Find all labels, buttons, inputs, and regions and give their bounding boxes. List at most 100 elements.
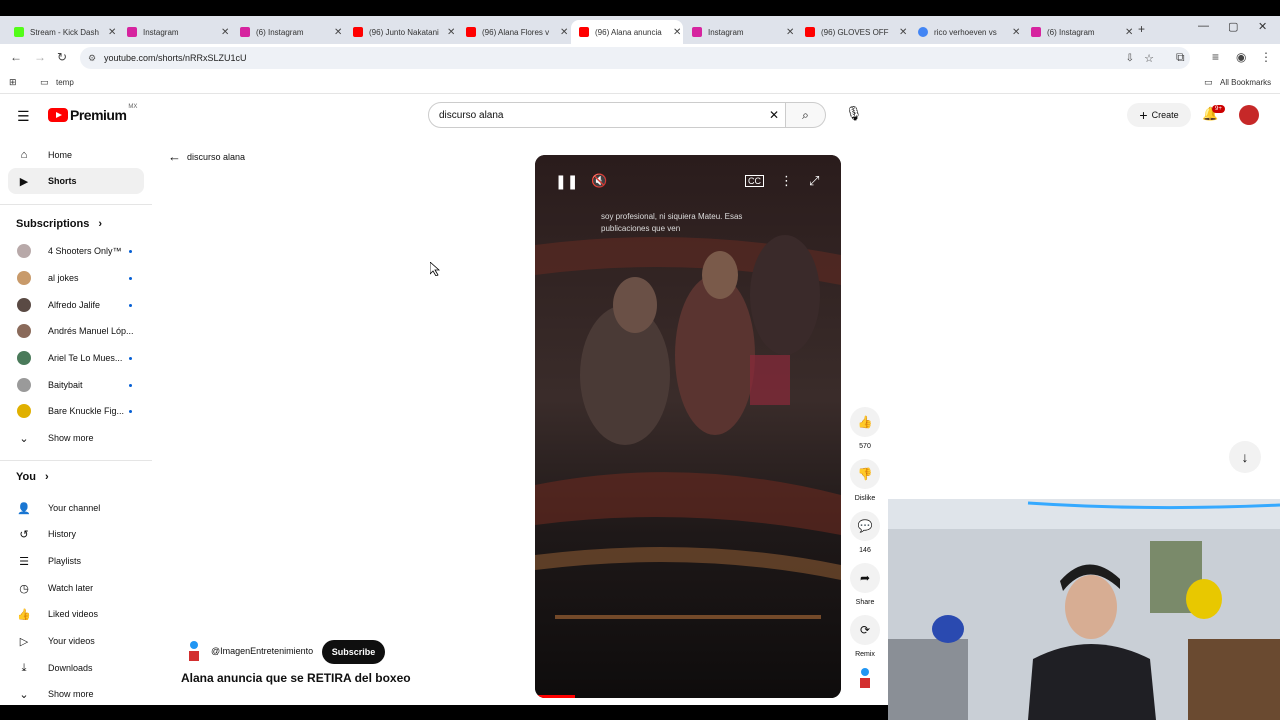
window-close-icon[interactable]: ✕ — [1258, 20, 1267, 33]
thumbs-up-icon[interactable]: 👍 — [850, 407, 880, 437]
remix-icon[interactable]: ⟳ — [850, 615, 880, 645]
tab[interactable]: Instagram ✕ — [684, 20, 796, 44]
fullscreen-icon[interactable]: ⤢ — [809, 173, 819, 189]
close-icon[interactable]: ✕ — [1012, 27, 1020, 38]
captions-icon[interactable]: CC — [745, 175, 764, 187]
channel-name: Ariel Te Lo Mues... — [48, 353, 123, 363]
avatar[interactable] — [1239, 105, 1259, 125]
pause-icon[interactable]: ❚❚ — [555, 173, 578, 190]
menu-dots-icon[interactable]: ⋮ — [1260, 50, 1272, 64]
search-button[interactable]: ⌕ — [786, 102, 826, 128]
channel-mini-avatar[interactable] — [858, 668, 872, 690]
instagram-favicon-icon — [127, 27, 137, 37]
sidebar-item-history[interactable]: ↺ History — [8, 521, 144, 547]
sidebar-item-playlists[interactable]: ☰ Playlists — [8, 548, 144, 574]
sidebar-item-your-channel[interactable]: 👤 Your channel — [8, 495, 144, 521]
channel-name[interactable]: @ImagenEntretenimiento — [211, 646, 313, 656]
tab[interactable]: (96) Junto Nakatani ✕ — [345, 20, 457, 44]
tab[interactable]: rico verhoeven vs ✕ — [910, 20, 1022, 44]
subscription-item[interactable]: Bare Knuckle Fig... — [8, 398, 144, 424]
tab[interactable]: Instagram ✕ — [119, 20, 231, 44]
clear-search-icon[interactable]: ✕ — [769, 108, 779, 122]
close-icon[interactable]: ✕ — [447, 27, 455, 38]
close-icon[interactable]: ✕ — [673, 27, 681, 38]
remix-action[interactable]: ⟳ Remix — [846, 615, 884, 658]
short-title[interactable]: Alana anuncia que se RETIRA del boxeo — [181, 671, 411, 685]
youtube-favicon-icon — [805, 27, 815, 37]
comment-icon[interactable]: 💬 — [850, 511, 880, 541]
sidebar-item-your-videos[interactable]: ▷ Your videos — [8, 628, 144, 654]
youtube-logo[interactable]: Premium MX — [48, 104, 137, 123]
sidebar-item-home[interactable]: ⌂ Home — [8, 142, 144, 168]
site-info-icon[interactable]: ⚙ — [88, 53, 96, 64]
microphone-icon[interactable]: 🎙 — [845, 105, 863, 122]
youtube-favicon-icon — [466, 27, 476, 37]
tab[interactable]: Stream - Kick Dash ✕ — [6, 20, 118, 44]
create-button[interactable]: + Create — [1127, 103, 1191, 127]
subscription-item[interactable]: Andrés Manuel Lóp... — [8, 318, 144, 344]
sidebar-item-label: Shorts — [48, 176, 77, 186]
reload-icon[interactable]: ↻ — [57, 50, 67, 64]
thumbs-down-icon[interactable]: 👎 — [850, 459, 880, 489]
close-icon[interactable]: ✕ — [560, 27, 568, 38]
like-action[interactable]: 👍 570 — [846, 407, 884, 450]
kick-favicon-icon — [14, 27, 24, 37]
close-icon[interactable]: ✕ — [1125, 27, 1133, 38]
new-tab-icon[interactable]: + — [1138, 22, 1145, 36]
all-bookmarks[interactable]: All Bookmarks — [1220, 78, 1271, 87]
tab[interactable]: (96) Alana Flores v ✕ — [458, 20, 570, 44]
sidebar-item-label: Watch later — [48, 583, 94, 593]
google-favicon-icon — [918, 27, 928, 37]
extensions-icon[interactable]: ⧉ — [1176, 50, 1185, 65]
mute-icon[interactable]: 🔇 — [591, 173, 607, 189]
you-heading[interactable]: You › — [16, 471, 49, 483]
sidebar-item-watch-later[interactable]: ◷ Watch later — [8, 575, 144, 601]
subscription-item[interactable]: Alfredo Jalife — [8, 292, 144, 318]
back-icon[interactable]: ← — [10, 50, 22, 64]
close-icon[interactable]: ✕ — [221, 27, 229, 38]
forward-icon[interactable]: → — [34, 50, 46, 64]
share-action[interactable]: ➦ Share — [846, 563, 884, 606]
install-icon[interactable]: ⇩ — [1126, 53, 1134, 64]
comments-action[interactable]: 💬 146 — [846, 511, 884, 554]
channel-avatar[interactable] — [187, 641, 201, 661]
youtube-favicon-icon — [579, 27, 589, 37]
bookmark-folder-temp[interactable]: temp — [56, 78, 74, 87]
profile-icon[interactable]: ◉ — [1236, 50, 1246, 64]
channel-name: Baitybait — [48, 380, 83, 390]
show-more-you[interactable]: ⌄ Show more — [8, 681, 144, 707]
sidebar-item-liked-videos[interactable]: 👍 Liked videos — [8, 601, 144, 627]
subscription-item[interactable]: 4 Shooters Only™ — [8, 238, 144, 264]
address-bar[interactable]: ⚙ youtube.com/shorts/nRRxSLZU1cU ⇩ ☆ — [80, 47, 1190, 69]
search-input[interactable]: discurso alana ✕ — [428, 102, 786, 128]
share-icon[interactable]: ➦ — [850, 563, 880, 593]
close-icon[interactable]: ✕ — [899, 27, 907, 38]
minimize-icon[interactable]: — — [1198, 20, 1209, 32]
show-more-subscriptions[interactable]: ⌄ Show more — [8, 425, 144, 451]
tab[interactable]: (96) GLOVES OFF ✕ — [797, 20, 909, 44]
dislike-action[interactable]: 👎 Dislike — [846, 459, 884, 502]
short-video-player[interactable]: ❚❚ 🔇 CC ⋮ ⤢ soy profesional, ni siquiera… — [535, 155, 841, 698]
close-icon[interactable]: ✕ — [334, 27, 342, 38]
subscriptions-heading[interactable]: Subscriptions › — [16, 218, 102, 230]
subscription-item[interactable]: al jokes — [8, 265, 144, 291]
sidebar-item-downloads[interactable]: ⤓ Downloads — [8, 655, 144, 681]
back-query-label: discurso alana — [187, 151, 246, 162]
next-short-button[interactable]: ↓ — [1229, 441, 1261, 473]
media-icon[interactable]: ≡ — [1212, 50, 1219, 64]
tab[interactable]: (6) Instagram ✕ — [1023, 20, 1135, 44]
sidebar-item-shorts[interactable]: ▶ Shorts — [8, 168, 144, 194]
tab[interactable]: (6) Instagram ✕ — [232, 20, 344, 44]
apps-icon[interactable]: ⊞ — [9, 77, 17, 88]
close-icon[interactable]: ✕ — [108, 27, 116, 38]
maximize-icon[interactable]: ▢ — [1228, 20, 1238, 33]
subscription-item[interactable]: Ariel Te Lo Mues... — [8, 345, 144, 371]
close-icon[interactable]: ✕ — [786, 27, 794, 38]
back-to-search[interactable]: ← discurso alana — [168, 149, 245, 164]
hamburger-menu-icon[interactable]: ☰ — [17, 108, 30, 125]
subscription-item[interactable]: Baitybait — [8, 372, 144, 398]
more-options-icon[interactable]: ⋮ — [780, 173, 793, 189]
tab-active[interactable]: (96) Alana anuncia ✕ — [571, 20, 683, 44]
star-icon[interactable]: ☆ — [1144, 52, 1154, 65]
subscribe-button[interactable]: Subscribe — [322, 640, 385, 664]
